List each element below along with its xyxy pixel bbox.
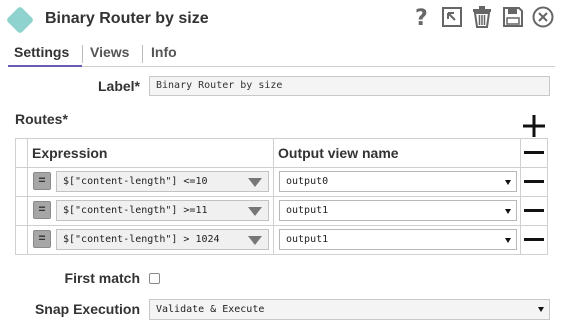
column-header-output-view-name: Output view name: [278, 145, 399, 161]
routes-label: Routes*: [15, 111, 68, 127]
active-tab-indicator: [8, 65, 82, 67]
tabs-baseline: [8, 66, 555, 67]
label-field-label: Label*: [97, 78, 140, 94]
chevron-down-icon: [505, 209, 511, 214]
snap-type-icon: [5, 5, 35, 35]
svg-text:?: ?: [415, 6, 428, 29]
chevron-down-icon: [505, 238, 511, 243]
close-icon[interactable]: [531, 5, 555, 29]
tab-divider: [142, 45, 143, 63]
expression-toggle-button[interactable]: =: [33, 201, 51, 219]
label-input[interactable]: Binary Router by size: [149, 76, 550, 96]
tab-views[interactable]: Views: [90, 44, 129, 60]
expression-dropdown-icon[interactable]: [248, 207, 262, 216]
tab-info[interactable]: Info: [151, 44, 177, 60]
add-route-icon[interactable]: [522, 114, 546, 138]
column-header-expression: Expression: [32, 145, 108, 161]
expression-toggle-button[interactable]: =: [33, 230, 51, 248]
snap-execution-select[interactable]: Validate & Execute: [149, 299, 550, 320]
save-icon[interactable]: [501, 5, 525, 29]
expression-input[interactable]: $["content-length"] <=10: [56, 171, 269, 192]
remove-all-routes-icon[interactable]: [524, 151, 544, 154]
tab-divider: [82, 45, 83, 63]
first-match-label: First match: [64, 270, 140, 286]
tab-settings[interactable]: Settings: [14, 44, 69, 60]
snap-execution-label: Snap Execution: [34, 301, 140, 317]
output-view-select[interactable]: output0: [279, 171, 517, 192]
output-view-select[interactable]: output1: [279, 229, 517, 250]
trash-icon[interactable]: [470, 5, 494, 29]
chevron-down-icon: [505, 180, 511, 185]
remove-route-icon[interactable]: [524, 238, 544, 241]
export-icon[interactable]: [440, 5, 464, 29]
remove-route-icon[interactable]: [524, 209, 544, 212]
remove-route-icon[interactable]: [524, 180, 544, 183]
help-icon[interactable]: ?: [410, 5, 434, 29]
first-match-checkbox[interactable]: [149, 273, 160, 284]
chevron-down-icon: [538, 307, 544, 312]
expression-dropdown-icon[interactable]: [248, 236, 262, 245]
expression-toggle-button[interactable]: =: [33, 172, 51, 190]
expression-input[interactable]: $["content-length"] > 1024: [56, 229, 269, 250]
output-view-select[interactable]: output1: [279, 200, 517, 221]
dialog-title: Binary Router by size: [45, 10, 209, 27]
expression-input[interactable]: $["content-length"] >=11: [56, 200, 269, 221]
expression-dropdown-icon[interactable]: [248, 178, 262, 187]
